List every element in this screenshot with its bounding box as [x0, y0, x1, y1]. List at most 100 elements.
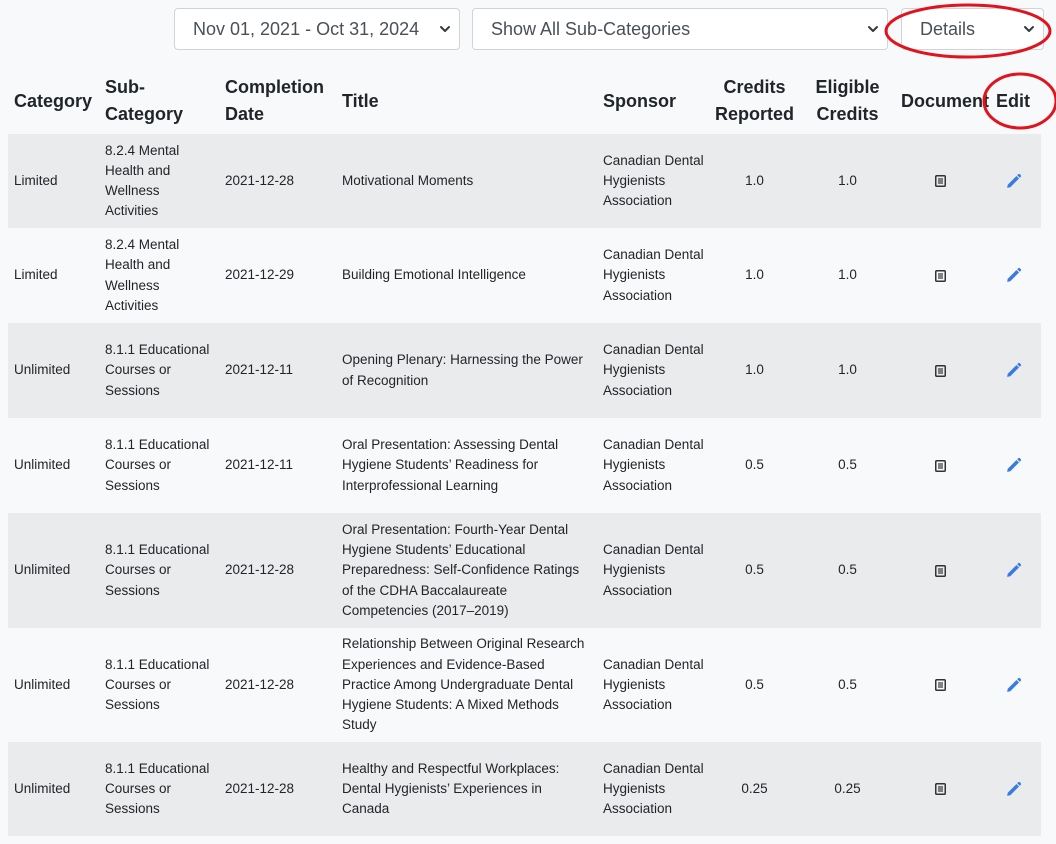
chevron-down-icon	[440, 26, 450, 32]
chevron-down-icon	[1024, 26, 1034, 32]
chevron-down-icon	[868, 26, 878, 32]
cell-sponsor: Canadian Dental Hygienists Association	[603, 247, 704, 303]
cell-category: Limited	[14, 172, 58, 188]
cell-subcategory: 8.2.4 Mental Health and Wellness Activit…	[105, 142, 180, 219]
cell-edit	[984, 513, 1041, 628]
header-eligible-credits[interactable]: Eligible Credits	[799, 68, 895, 134]
subcategory-select[interactable]: Show All Sub-Categories	[472, 8, 888, 50]
cell-title: Oral Presentation: Assessing Dental Hygi…	[342, 437, 559, 493]
cell-document	[895, 134, 984, 228]
document-icon[interactable]	[934, 175, 946, 188]
cell-credits-reported: 0.5	[745, 562, 764, 578]
cell-edit	[984, 323, 1041, 418]
pencil-icon[interactable]	[1005, 677, 1022, 694]
cell-completion-date: 2021-12-11	[225, 362, 294, 378]
pencil-icon[interactable]	[1005, 457, 1022, 474]
document-icon[interactable]	[934, 269, 946, 282]
cell-completion-date: 2021-12-28	[225, 676, 295, 692]
cell-completion-date: 2021-12-29	[225, 267, 295, 283]
cell-subcategory: 8.1.1 Educational Courses or Sessions	[105, 656, 210, 713]
cell-eligible-credits: 0.5	[838, 457, 857, 473]
cell-sponsor: Canadian Dental Hygienists Association	[603, 342, 704, 398]
table-header-row: Category Sub- Category Completion Date Tit…	[8, 68, 1041, 134]
pencil-icon[interactable]	[1005, 267, 1022, 284]
table-row: Limited 8.2.4 Mental Health and Wellness …	[8, 228, 1041, 323]
filter-bar: Nov 01, 2021 - Oct 31, 2024 Show All Sub…	[0, 8, 1056, 50]
header-edit: Edit	[996, 90, 1030, 111]
cell-eligible-credits: 1.0	[838, 267, 857, 283]
cell-sponsor: Canadian Dental Hygienists Association	[603, 437, 704, 493]
cell-edit	[984, 228, 1041, 323]
cell-subcategory: 8.1.1 Educational Courses or Sessions	[105, 437, 210, 493]
cell-category: Limited	[14, 267, 58, 283]
cell-sponsor: Canadian Dental Hygienists Association	[603, 760, 704, 817]
document-icon[interactable]	[934, 679, 946, 692]
table-row: Limited 8.2.4 Mental Health and Wellness …	[8, 134, 1041, 228]
header-title[interactable]: Title	[336, 68, 597, 134]
cell-subcategory: 8.1.1 Educational Courses or Sessions	[105, 342, 210, 398]
header-completion-date[interactable]: Completion Date	[219, 68, 336, 134]
cell-title: Oral Presentation: Fourth-Year Dental Hy…	[342, 521, 580, 618]
view-mode-select[interactable]: Details	[901, 8, 1044, 50]
cell-category: Unlimited	[14, 780, 71, 796]
records-table: Category Sub- Category Completion Date Tit…	[8, 68, 1041, 836]
cell-eligible-credits: 0.5	[838, 676, 857, 692]
cell-eligible-credits: 1.0	[838, 362, 857, 378]
cell-subcategory: 8.1.1 Educational Courses or Sessions	[105, 760, 210, 817]
cell-credits-reported: 0.25	[741, 780, 768, 796]
cell-credits-reported: 1.0	[745, 172, 764, 188]
cell-document	[895, 323, 984, 418]
cell-title: Healthy and Respectful Workplaces: Denta…	[342, 760, 560, 817]
cell-subcategory: 8.2.4 Mental Health and Wellness Activit…	[105, 237, 180, 313]
date-range-value: Nov 01, 2021 - Oct 31, 2024	[193, 19, 420, 39]
cell-credits-reported: 1.0	[745, 267, 764, 283]
document-icon[interactable]	[934, 783, 946, 796]
cell-credits-reported: 0.5	[745, 676, 764, 692]
cell-title: Motivational Moments	[342, 172, 474, 188]
document-icon[interactable]	[934, 564, 946, 577]
cell-credits-reported: 1.0	[745, 362, 764, 378]
cell-title: Building Emotional Intelligence	[342, 267, 526, 283]
cell-document	[895, 628, 984, 742]
cell-title: Relationship Between Original Research E…	[342, 636, 585, 733]
cell-eligible-credits: 0.25	[834, 780, 861, 796]
cell-sponsor: Canadian Dental Hygienists Association	[603, 656, 704, 713]
cell-category: Unlimited	[14, 676, 71, 692]
header-credits-reported[interactable]: Credits Reported	[709, 68, 799, 134]
cell-document	[895, 513, 984, 628]
cell-sponsor: Canadian Dental Hygienists Association	[603, 152, 704, 209]
header-category[interactable]: Category	[8, 68, 99, 134]
cell-completion-date: 2021-12-11	[225, 457, 294, 473]
cell-credits-reported: 0.5	[745, 457, 764, 473]
subcategory-value: Show All Sub-Categories	[491, 19, 691, 39]
cell-eligible-credits: 1.0	[838, 172, 857, 188]
header-sponsor[interactable]: Sponsor	[597, 68, 709, 134]
cell-edit	[984, 134, 1041, 228]
table-body: Limited 8.2.4 Mental Health and Wellness …	[8, 134, 1041, 836]
document-icon[interactable]	[934, 459, 946, 472]
cell-edit	[984, 418, 1041, 513]
header-subcategory[interactable]: Sub- Category	[99, 68, 219, 134]
table-row: Unlimited 8.1.1 Educational Courses or Se…	[8, 418, 1041, 513]
table-row: Unlimited 8.1.1 Educational Courses or Se…	[8, 742, 1041, 836]
header-document: Document	[901, 90, 990, 111]
pencil-icon[interactable]	[1005, 781, 1022, 798]
table-row: Unlimited 8.1.1 Educational Courses or Se…	[8, 513, 1041, 628]
cell-document	[895, 228, 984, 323]
cell-category: Unlimited	[14, 362, 71, 378]
cell-completion-date: 2021-12-28	[225, 562, 295, 578]
cell-subcategory: 8.1.1 Educational Courses or Sessions	[105, 542, 210, 598]
cell-document	[895, 742, 984, 836]
pencil-icon[interactable]	[1005, 173, 1022, 190]
pencil-icon[interactable]	[1005, 562, 1022, 579]
cell-category: Unlimited	[14, 457, 71, 473]
date-range-select[interactable]: Nov 01, 2021 - Oct 31, 2024	[174, 8, 460, 50]
cell-document	[895, 418, 984, 513]
pencil-icon[interactable]	[1005, 362, 1022, 379]
view-mode-value: Details	[920, 19, 976, 39]
cell-edit	[984, 628, 1041, 742]
document-icon[interactable]	[934, 364, 946, 377]
cpd-records-page: Nov 01, 2021 - Oct 31, 2024 Show All Sub…	[0, 0, 1056, 844]
cell-title: Opening Plenary: Harnessing the Power of…	[342, 352, 583, 388]
cell-completion-date: 2021-12-28	[225, 172, 295, 188]
